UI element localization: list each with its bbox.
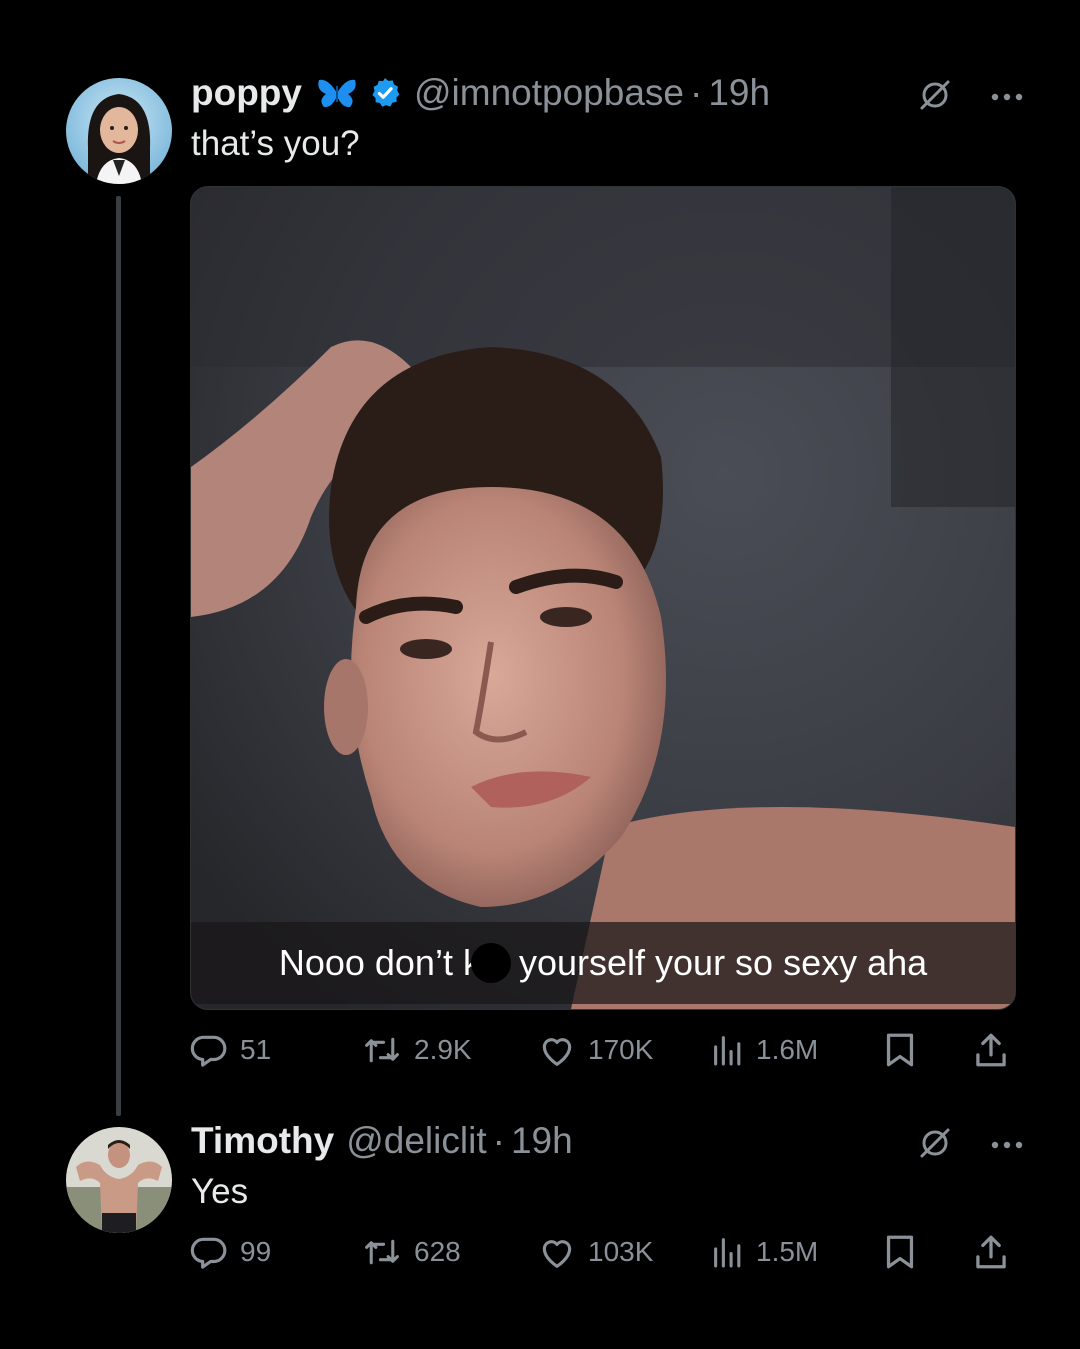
share-icon — [974, 1234, 1008, 1270]
more-icon[interactable] — [990, 1137, 1024, 1155]
like-button[interactable]: 103K — [538, 1234, 653, 1270]
tweet-text: that’s you? — [191, 124, 360, 163]
like-icon — [538, 1234, 576, 1270]
media-photo — [191, 187, 1015, 1009]
verified-badge-icon — [368, 76, 402, 110]
bookmark-icon — [884, 1032, 916, 1068]
tweet-header: Timothy @deliclit · 19h — [191, 1120, 573, 1162]
repost-count: 2.9K — [414, 1034, 472, 1065]
repost-icon — [362, 1233, 402, 1271]
repost-button[interactable]: 2.9K — [362, 1031, 472, 1069]
grok-icon[interactable] — [918, 1126, 952, 1165]
display-name[interactable]: Timothy — [191, 1120, 334, 1162]
user-handle[interactable]: @deliclit — [346, 1120, 486, 1162]
reply-button[interactable]: 99 — [190, 1233, 271, 1271]
reply-icon — [190, 1233, 228, 1271]
redaction-dot-icon — [470, 943, 511, 983]
tweet-action-bar: 51 2.9K 170K 1.6M — [190, 1026, 1020, 1074]
timestamp[interactable]: 19h — [708, 72, 770, 114]
bookmark-icon — [884, 1234, 916, 1270]
tweet-corner-actions — [918, 1126, 1024, 1165]
media-caption-bar: Nooo don’t k yourself your so sexy aha — [191, 922, 1015, 1004]
tweet-action-bar: 99 628 103K 1.5M — [190, 1228, 1020, 1276]
views-button[interactable]: 1.6M — [712, 1033, 818, 1067]
reply-button[interactable]: 51 — [190, 1031, 271, 1069]
media-caption-before: Nooo don’t k — [278, 942, 481, 983]
tweet-header: poppy @imnotpopbase · 19h — [191, 72, 770, 114]
views-count: 1.6M — [756, 1034, 819, 1065]
share-button[interactable] — [974, 1234, 1008, 1270]
repost-count: 628 — [414, 1236, 461, 1267]
bookmark-button[interactable] — [884, 1234, 916, 1270]
share-button[interactable] — [974, 1032, 1008, 1068]
reply-icon — [190, 1031, 228, 1069]
like-count: 170K — [588, 1034, 654, 1065]
views-icon — [712, 1033, 744, 1067]
thread-connector-line — [116, 196, 121, 1116]
repost-icon — [362, 1031, 402, 1069]
share-icon — [974, 1032, 1008, 1068]
butterfly-emoji-icon — [316, 76, 358, 110]
repost-button[interactable]: 628 — [362, 1233, 461, 1271]
display-name[interactable]: poppy — [191, 72, 302, 114]
separator-dot: · — [690, 72, 703, 113]
like-count: 103K — [588, 1236, 654, 1267]
views-count: 1.5M — [756, 1236, 819, 1267]
media-caption-after: yourself your so sexy aha — [518, 942, 928, 983]
reply-count: 99 — [240, 1236, 272, 1267]
tweet-text: Yes — [191, 1172, 249, 1211]
separator-dot: · — [492, 1120, 505, 1161]
views-button[interactable]: 1.5M — [712, 1235, 818, 1269]
avatar-timothy[interactable] — [66, 1127, 172, 1233]
more-icon[interactable] — [990, 89, 1024, 107]
tweet-corner-actions — [918, 78, 1024, 117]
like-icon — [538, 1032, 576, 1068]
views-icon — [712, 1235, 744, 1269]
tweet-media-image[interactable]: Nooo don’t k yourself your so sexy aha — [190, 186, 1016, 1010]
like-button[interactable]: 170K — [538, 1032, 653, 1068]
bookmark-button[interactable] — [884, 1032, 916, 1068]
reply-count: 51 — [240, 1034, 272, 1065]
timestamp[interactable]: 19h — [511, 1120, 573, 1162]
user-handle[interactable]: @imnotpopbase — [414, 72, 684, 114]
avatar-poppy[interactable] — [66, 78, 172, 184]
grok-icon[interactable] — [918, 78, 952, 117]
